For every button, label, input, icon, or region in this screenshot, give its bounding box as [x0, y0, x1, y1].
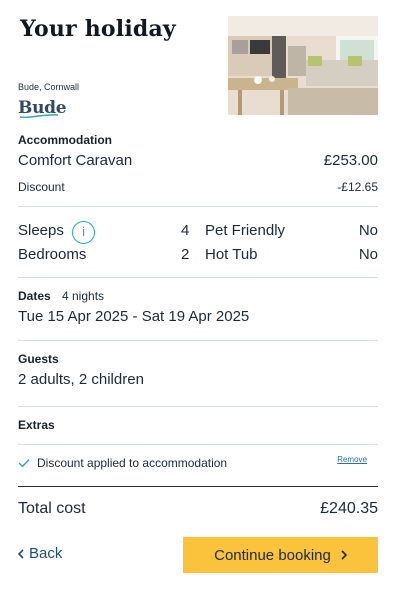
continue-booking-button[interactable]: Continue booking: [183, 537, 378, 573]
sleeps-value: 4: [181, 222, 190, 239]
discount-label: Discount: [18, 180, 65, 194]
continue-booking-label: Continue booking: [214, 546, 331, 564]
brand-swoosh-icon: [19, 114, 59, 119]
divider: [18, 277, 378, 278]
hot-tub-value: No: [358, 246, 378, 263]
bedrooms-label: Bedrooms: [18, 246, 87, 263]
nights-count: 4 nights: [62, 289, 105, 303]
divider: [18, 406, 378, 407]
page-title: Your holiday: [20, 16, 176, 42]
divider: [18, 340, 378, 341]
date-range: Tue 15 Apr 2025 - Sat 19 Apr 2025: [18, 308, 250, 325]
back-label: Back: [29, 545, 63, 562]
dates-heading: Dates: [18, 289, 51, 303]
total-divider: [18, 486, 378, 487]
total-value: £240.35: [320, 500, 378, 517]
bedrooms-value: 2: [181, 246, 190, 263]
extras-heading: Extras: [18, 418, 55, 432]
accommodation-price: £253.00: [323, 152, 378, 169]
chevron-left-icon: [18, 548, 24, 559]
guests-value: 2 adults, 2 children: [18, 371, 144, 388]
location-label: Bude, Cornwall: [18, 82, 80, 92]
accommodation-name: Comfort Caravan: [18, 152, 133, 169]
total-label: Total cost: [18, 500, 86, 517]
divider: [18, 206, 378, 207]
guests-heading: Guests: [18, 352, 59, 366]
back-link[interactable]: Back: [18, 545, 62, 562]
sleeps-label: Sleeps: [18, 222, 64, 239]
discount-value: -£12.65: [337, 180, 378, 194]
pet-friendly-label: Pet Friendly: [205, 222, 286, 239]
chevron-right-icon: [341, 550, 347, 560]
accommodation-heading: Accommodation: [18, 133, 113, 147]
info-icon[interactable]: i: [72, 221, 95, 244]
divider: [18, 444, 378, 445]
booking-summary: Your holiday Bude, Cornwall Bude Accommo…: [18, 0, 378, 589]
discount-applied-note: Discount applied to accommodation: [37, 456, 228, 470]
caravan-photo: [228, 16, 378, 115]
hot-tub-label: Hot Tub: [205, 246, 258, 263]
pet-friendly-value: No: [358, 222, 378, 239]
remove-link[interactable]: Remove: [337, 455, 367, 464]
check-icon: [18, 459, 30, 468]
